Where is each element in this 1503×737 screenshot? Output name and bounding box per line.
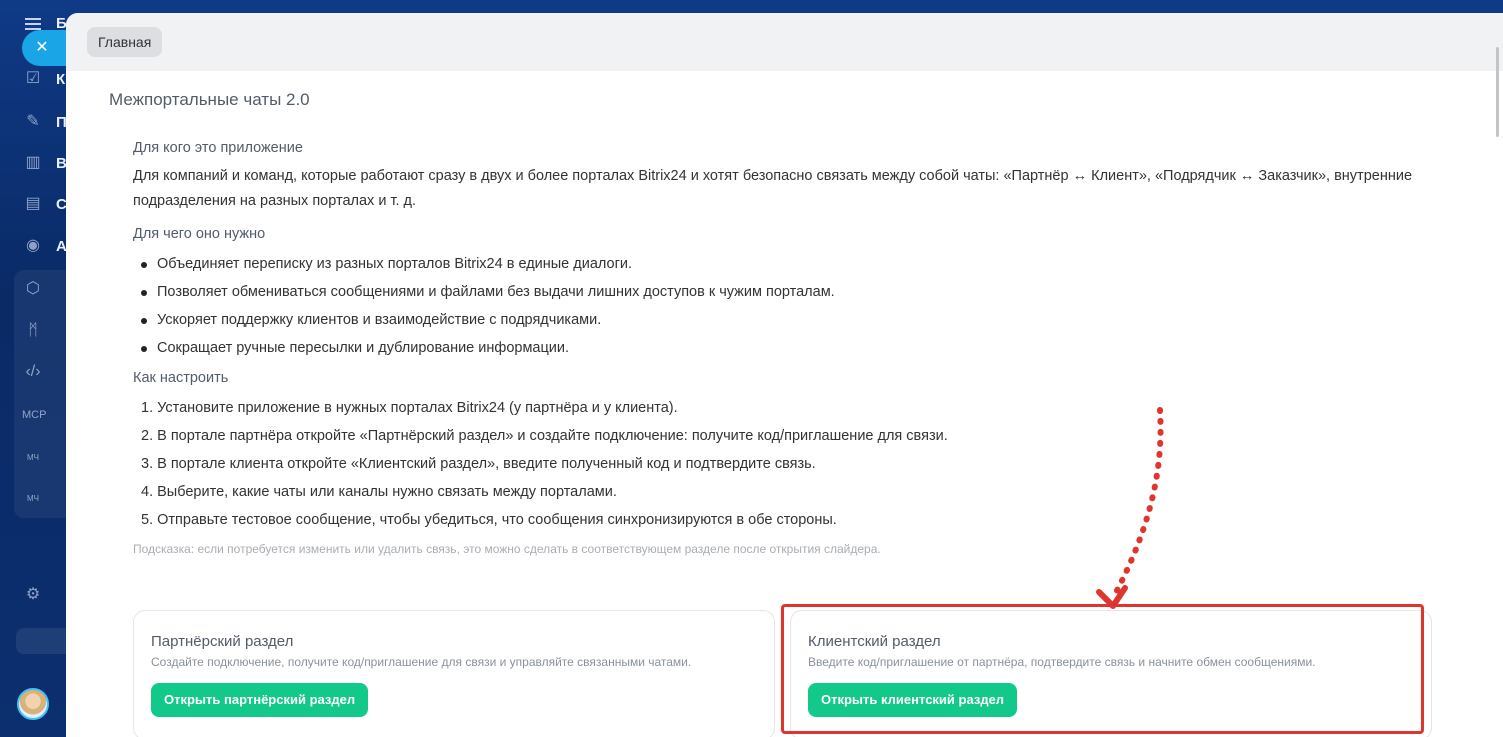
step-item: 2. В портале партнёра откройте «Партнёрс… [141,428,948,444]
section-title-how: Как настроить [133,370,229,386]
close-slider-button[interactable]: ✕ [22,30,66,66]
menu-letter: К [56,71,66,88]
list-item: Ускоряет поддержку клиентов и взаимодейс… [133,308,1453,336]
portal-left-menu: Б ☑ К ✎ П ▥ В ▤ С ◉ А ⬡ ᛗ ‹/› MCP МЧ МЧ … [0,0,76,737]
step-item: 4. Выберите, какие чаты или каналы нужно… [141,484,617,500]
m-logo-icon[interactable]: ᛗ [22,320,44,342]
pencil-icon[interactable]: ✎ [22,111,44,133]
list-item: Позволяет обмениваться сообщениями и фай… [133,280,1453,308]
annotation-highlight-box [781,604,1424,734]
partner-card-desc: Создайте подключение, получите код/пригл… [151,655,692,669]
section-title-who: Для кого это приложение [133,140,303,156]
slider-header: Главная [66,13,1503,71]
tasks-icon[interactable]: ☑ [22,68,44,90]
setup-steps: 1. Установите приложение в нужных портал… [133,396,1453,536]
list-item: Сокращает ручные пересылки и дублировани… [133,336,1453,364]
partner-section-card: Партнёрский раздел Создайте подключение,… [133,610,775,737]
partner-card-title: Партнёрский раздел [151,633,294,650]
mch-app-icon[interactable]: МЧ [22,488,44,510]
robot-icon[interactable]: ◉ [22,235,44,257]
page-title: Межпортальные чаты 2.0 [109,90,310,109]
why-list: Объединяет переписку из разных порталов … [133,252,1453,364]
list-item: Объединяет переписку из разных порталов … [133,252,1453,280]
card-icon[interactable]: ▤ [22,193,44,215]
hint-text: Подсказка: если потребуется изменить или… [133,542,881,556]
app-description: Для кого это приложение Для компаний и к… [133,140,1453,556]
step-item: 1. Установите приложение в нужных портал… [141,400,678,416]
mcp-icon[interactable]: MCP [22,404,46,426]
step-item: 5. Отправьте тестовое сообщение, чтобы у… [141,512,837,528]
menu-burger-icon[interactable] [25,18,41,30]
annotation-arrow-icon [1096,407,1164,609]
settings-icon[interactable]: ⚙ [22,584,44,606]
who-text: Для компаний и команд, которые работают … [133,168,1413,209]
code-icon[interactable]: ‹/› [22,361,44,383]
avatar[interactable] [17,688,49,720]
cube-icon[interactable]: ⬡ [22,278,44,300]
mch-app-icon[interactable]: МЧ [22,447,44,469]
tab-home[interactable]: Главная [87,27,163,57]
step-item: 3. В портале клиента откройте «Клиентски… [141,456,816,472]
sidebar-apps-group [14,270,74,518]
scrollbar[interactable] [1496,47,1499,137]
open-partner-section-button[interactable]: Открыть партнёрский раздел [151,683,369,717]
section-title-why: Для чего оно нужно [133,226,266,242]
close-icon: ✕ [35,39,49,56]
chart-icon[interactable]: ▥ [22,152,44,174]
